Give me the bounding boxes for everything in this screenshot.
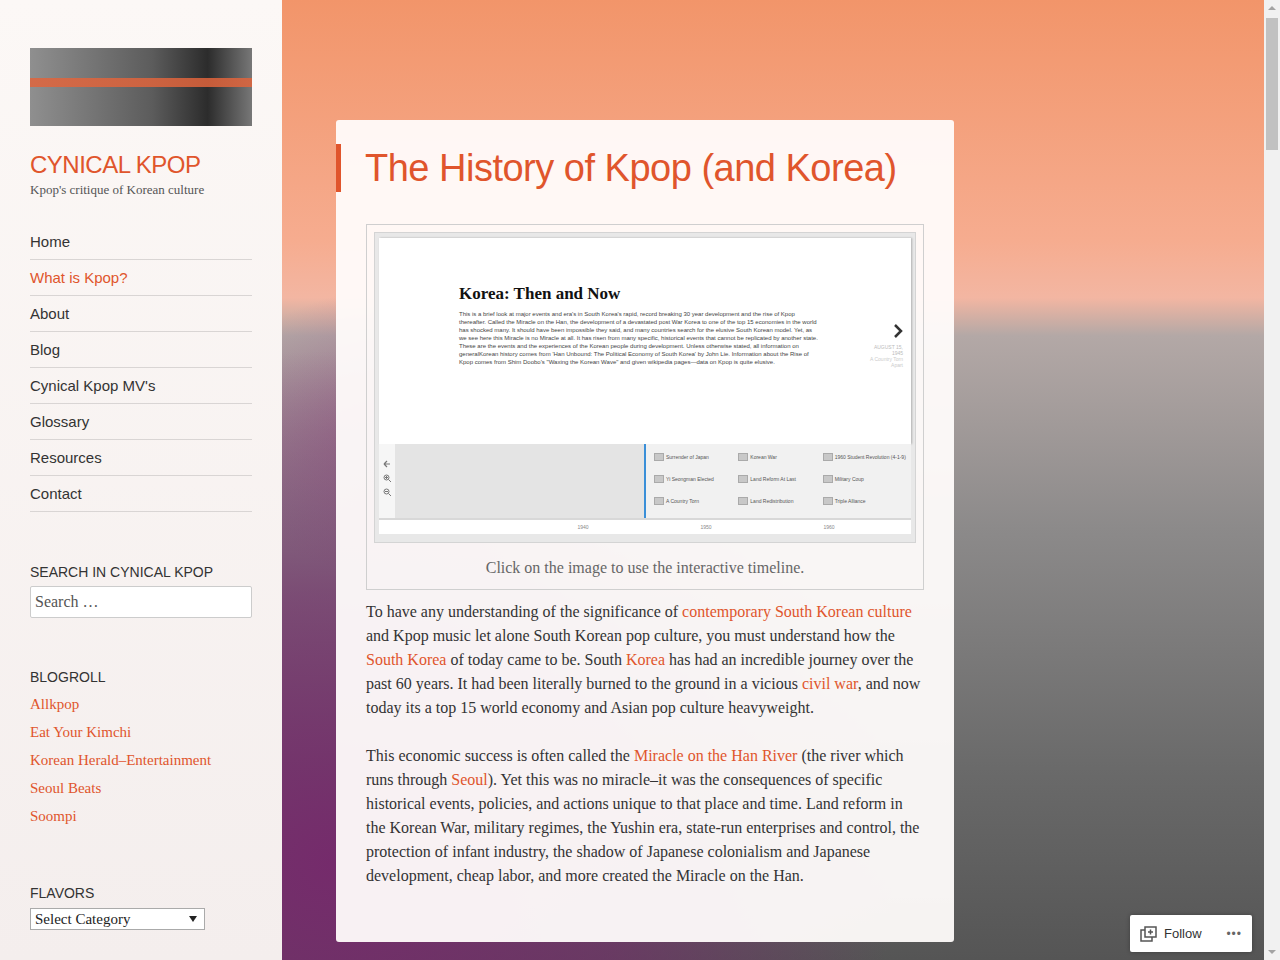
category-select[interactable]: Select Category: [30, 908, 205, 930]
sidebar: CYNICAL KPOP Kpop's critique of Korean cu…: [0, 0, 282, 960]
blogroll-link[interactable]: Seoul Beats: [30, 774, 252, 802]
blogroll-link[interactable]: Allkpop: [30, 690, 252, 718]
event-thumb-icon: [823, 475, 833, 483]
scroll-up-icon[interactable]: [1264, 0, 1280, 16]
timeline-event[interactable]: 1960 Student Revolution (4-1-9): [823, 446, 907, 468]
dropdown-arrow-icon: [189, 916, 197, 922]
search-heading: SEARCH IN CYNICAL KPOP: [30, 563, 252, 581]
timeline-controls: [379, 444, 395, 518]
event-thumb-icon: [738, 453, 748, 461]
slide-next: AUGUST 15, 1945A Country Torn Apart: [863, 324, 903, 444]
nav-item[interactable]: Resources: [30, 440, 252, 476]
site-tagline: Kpop's critique of Korean culture: [30, 182, 252, 198]
axis-label: 1940: [571, 524, 595, 530]
blogroll-list: AllkpopEat Your KimchiKorean Herald–Ente…: [30, 690, 252, 830]
nav-item[interactable]: Glossary: [30, 404, 252, 440]
inline-link[interactable]: Korea: [626, 651, 665, 668]
event-thumb-icon: [738, 497, 748, 505]
scroll-down-icon[interactable]: [1264, 944, 1280, 960]
timeline-event[interactable]: Surrender of Japan: [654, 446, 738, 468]
scroll-thumb[interactable]: [1266, 18, 1278, 150]
post-card: The History of Kpop (and Korea) Korea: Th…: [336, 120, 954, 942]
timeline-event[interactable]: Land Reform At Last: [738, 468, 822, 490]
blogroll-link[interactable]: Korean Herald–Entertainment: [30, 746, 252, 774]
inline-link[interactable]: contemporary South Korean culture: [682, 603, 912, 620]
follow-button[interactable]: Follow•••: [1130, 915, 1252, 952]
slide-intro: This is a brief look at major events and…: [459, 310, 821, 366]
zoom-out-icon[interactable]: [383, 488, 391, 496]
inline-link[interactable]: civil war: [802, 675, 858, 692]
flavors-heading: FLAVORS: [30, 884, 252, 902]
page: CYNICAL KPOP Kpop's critique of Korean cu…: [0, 0, 1280, 960]
nav-item[interactable]: Contact: [30, 476, 252, 512]
timeline-event[interactable]: Triple Alliance: [823, 490, 907, 512]
timeline-screenshot[interactable]: Korea: Then and Now This is a brief look …: [374, 232, 916, 543]
figure-caption: Click on the image to use the interactiv…: [374, 543, 916, 589]
blogroll-link[interactable]: Eat Your Kimchi: [30, 718, 252, 746]
scroll-track[interactable]: [1264, 16, 1280, 944]
inline-link[interactable]: Miracle on the Han River: [634, 747, 798, 764]
timeline-event[interactable]: Military Coup: [823, 468, 907, 490]
post-paragraph: This economic success is often called th…: [366, 744, 924, 888]
nav-item[interactable]: What is Kpop?: [30, 260, 252, 296]
event-thumb-icon: [823, 497, 833, 505]
timeline-figure: Korea: Then and Now This is a brief look …: [366, 224, 924, 590]
zoom-in-icon[interactable]: [383, 474, 391, 482]
background-photo: The History of Kpop (and Korea) Korea: Th…: [282, 0, 1280, 960]
back-icon[interactable]: [383, 460, 391, 468]
more-button[interactable]: •••: [1226, 927, 1242, 941]
follow-icon: [1140, 926, 1158, 942]
nav-item[interactable]: About: [30, 296, 252, 332]
timeline-event[interactable]: A Country Torn: [654, 490, 738, 512]
timeline-slide: Korea: Then and Now This is a brief look …: [379, 238, 911, 444]
timeline-event[interactable]: Korean War: [738, 446, 822, 468]
inline-link[interactable]: South Korea: [366, 651, 446, 668]
site-title[interactable]: CYNICAL KPOP: [30, 150, 252, 180]
axis-label: 1950: [694, 524, 718, 530]
select-value: Select Category: [35, 911, 130, 928]
nav-item[interactable]: Home: [30, 224, 252, 260]
slide-text: Korea: Then and Now This is a brief look …: [459, 284, 821, 444]
post-title: The History of Kpop (and Korea): [336, 144, 924, 192]
event-thumb-icon: [738, 475, 748, 483]
timeline-event[interactable]: Land Redistribution: [738, 490, 822, 512]
timeline-events: Surrender of JapanKorean War1960 Student…: [646, 444, 911, 518]
event-thumb-icon: [654, 497, 664, 505]
timeline-axis: 1940 1950 1960: [379, 518, 911, 534]
main-nav: HomeWhat is Kpop?AboutBlogCynical Kpop M…: [30, 224, 252, 512]
blogroll-heading: BLOGROLL: [30, 668, 252, 686]
timeline-past: [395, 444, 646, 518]
post-paragraph: To have any understanding of the signifi…: [366, 600, 924, 720]
header-image[interactable]: [30, 48, 252, 126]
scrollbar[interactable]: [1264, 0, 1280, 960]
axis-label: 1960: [817, 524, 841, 530]
inline-link[interactable]: Seoul: [451, 771, 487, 788]
search-input[interactable]: [30, 586, 252, 618]
event-thumb-icon: [654, 453, 664, 461]
slide-title: Korea: Then and Now: [459, 284, 821, 304]
timeline-event[interactable]: Yi Seongman Elected: [654, 468, 738, 490]
blogroll-link[interactable]: Soompi: [30, 802, 252, 830]
content-area: The History of Kpop (and Korea) Korea: Th…: [282, 0, 1264, 960]
nav-item[interactable]: Cynical Kpop MV's: [30, 368, 252, 404]
event-thumb-icon: [823, 453, 833, 461]
nav-item[interactable]: Blog: [30, 332, 252, 368]
timeline-nav: Surrender of JapanKorean War1960 Student…: [379, 444, 911, 518]
next-note: A Country Torn Apart: [863, 356, 903, 368]
next-date: AUGUST 15, 1945: [863, 344, 903, 356]
next-arrow-icon[interactable]: [893, 324, 903, 338]
event-thumb-icon: [654, 475, 664, 483]
